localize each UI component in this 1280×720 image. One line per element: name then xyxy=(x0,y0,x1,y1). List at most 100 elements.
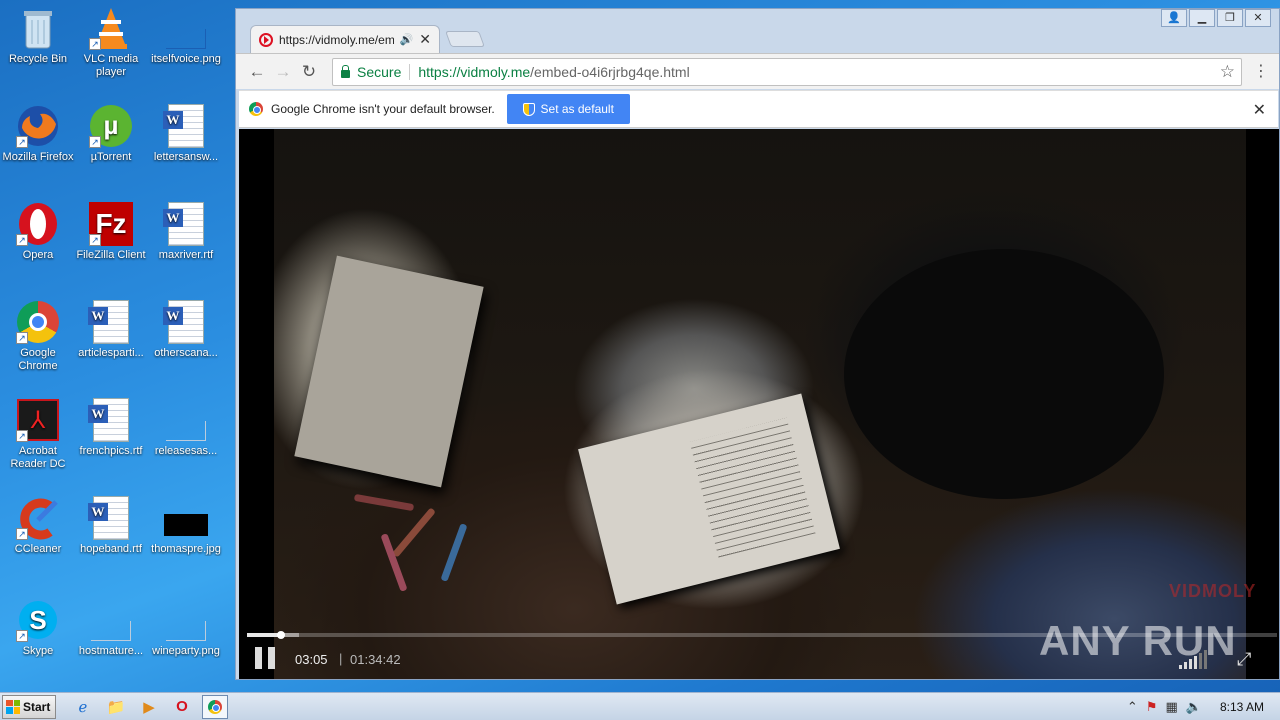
video-frame xyxy=(274,129,1246,679)
video-scene-person xyxy=(844,249,1164,499)
desktop-icon-acrobat-reader[interactable]: ⅄ ↗ Acrobat Reader DC xyxy=(0,398,76,471)
back-button[interactable]: ← xyxy=(244,59,270,85)
desktop-icon-maxriver[interactable]: W maxriver.rtf xyxy=(148,202,224,262)
desktop-icon-wineparty[interactable]: wineparty.png xyxy=(148,598,224,658)
duration: 01:34:42 xyxy=(350,652,401,667)
image-file-icon xyxy=(89,598,133,642)
desktop-icon-ccleaner[interactable]: ↗ CCleaner xyxy=(0,496,76,556)
show-hidden-icons-icon[interactable]: ⌃ xyxy=(1127,699,1138,715)
desktop-icon-articlesparti[interactable]: W articlesparti... xyxy=(73,300,149,360)
video-scene-book xyxy=(294,255,484,488)
close-window-button[interactable]: ✕ xyxy=(1245,9,1271,27)
image-file-icon xyxy=(164,398,208,442)
clock[interactable]: 8:13 AM xyxy=(1220,700,1264,714)
omnibox-separator xyxy=(409,64,411,80)
volume-control[interactable] xyxy=(1179,649,1219,669)
desktop-icon-releasesas[interactable]: releasesas... xyxy=(148,398,224,458)
bookmark-star-icon[interactable]: ☆ xyxy=(1220,62,1235,82)
action-center-icon[interactable]: ⚑ xyxy=(1146,699,1158,715)
speaker-icon[interactable]: 🔊 xyxy=(400,33,414,46)
video-scene-crayon xyxy=(353,493,415,512)
acrobat-icon: ⅄ ↗ xyxy=(16,398,60,442)
volume-bar xyxy=(1194,656,1197,669)
system-tray: ⌃ ⚑ ▦ 🔈 8:13 AM xyxy=(1127,693,1280,720)
lock-icon xyxy=(341,65,350,78)
tab-strip: https://vidmoly.me/emb 🔊 ✕ 👤 ▁ ❐ ✕ xyxy=(236,9,1279,53)
desktop-icon-google-chrome[interactable]: ↗ Google Chrome xyxy=(0,300,76,373)
desktop-icon-hopeband[interactable]: W hopeband.rtf xyxy=(73,496,149,556)
desktop-icon-vlc[interactable]: ↗ VLC media player xyxy=(73,6,149,79)
uac-shield-icon xyxy=(522,102,535,116)
desktop-icon-opera[interactable]: ↗ Opera xyxy=(0,202,76,262)
browser-tab[interactable]: https://vidmoly.me/emb 🔊 ✕ xyxy=(250,25,440,53)
word-document-icon: W xyxy=(163,104,208,148)
desktop-icon-hostmature[interactable]: hostmature... xyxy=(73,598,149,658)
fullscreen-icon[interactable]: ⤢ xyxy=(1237,649,1251,670)
windows-logo-icon xyxy=(6,699,20,714)
desktop-icon-thomaspre[interactable]: thomaspre.jpg xyxy=(148,496,224,556)
desktop-icon-otherscana[interactable]: W otherscana... xyxy=(148,300,224,360)
desktop-icon-frenchpics[interactable]: W frenchpics.rtf xyxy=(73,398,149,458)
restore-button[interactable]: ❐ xyxy=(1217,9,1243,27)
volume-bar xyxy=(1184,662,1187,669)
utorrent-icon: µ ↗ xyxy=(89,104,133,148)
secure-label: Secure xyxy=(357,64,402,80)
seek-handle[interactable] xyxy=(276,631,285,639)
start-label: Start xyxy=(23,699,51,714)
reload-button[interactable]: ↻ xyxy=(296,59,322,85)
desktop-icon-itselfvoice[interactable]: itselfvoice.png xyxy=(148,6,224,66)
image-file-icon xyxy=(164,598,208,642)
ccleaner-icon: ↗ xyxy=(16,496,60,540)
recycle-bin-icon xyxy=(16,6,60,50)
volume-icon[interactable]: 🔈 xyxy=(1186,699,1202,715)
desktop: Recycle Bin ↗ Mozilla Firefox ↗ Opera ↗ … xyxy=(0,0,236,692)
word-document-icon: W xyxy=(88,398,133,442)
file-explorer-icon[interactable]: 📁 xyxy=(103,695,129,719)
network-icon[interactable]: ▦ xyxy=(1165,699,1177,715)
desktop-icon-lettersansw[interactable]: W lettersansw... xyxy=(148,104,224,164)
vlc-icon: ↗ xyxy=(89,6,133,50)
video-scene-crayon xyxy=(392,507,436,558)
volume-bar xyxy=(1189,659,1192,669)
infobar-close-icon[interactable]: ✕ xyxy=(1253,100,1266,120)
video-scene-open-notebook xyxy=(578,393,840,605)
chrome-menu-icon[interactable]: ⋮ xyxy=(1253,62,1269,82)
desktop-icon-firefox[interactable]: ↗ Mozilla Firefox xyxy=(0,104,76,164)
chrome-taskbar-button[interactable] xyxy=(202,694,228,719)
start-button[interactable]: Start xyxy=(2,694,56,719)
desktop-icon-filezilla[interactable]: Fz ↗ FileZilla Client xyxy=(73,202,149,262)
word-document-icon: W xyxy=(88,300,133,344)
desktop-icon-recycle-bin[interactable]: Recycle Bin xyxy=(0,6,76,66)
player-controls: 03:05 | 01:34:42 ⤢ xyxy=(239,629,1279,679)
current-time: 03:05 xyxy=(295,652,328,667)
opera-taskbar-icon[interactable]: O xyxy=(169,695,195,719)
tab-close-icon[interactable]: ✕ xyxy=(419,31,431,48)
word-document-icon: W xyxy=(88,496,133,540)
new-tab-button[interactable] xyxy=(445,31,485,47)
volume-bar xyxy=(1199,653,1202,669)
vidmoly-watermark: VIDMOLY xyxy=(1169,581,1257,601)
set-as-default-label: Set as default xyxy=(540,102,614,116)
filezilla-icon: Fz ↗ xyxy=(89,202,133,246)
chrome-icon: ↗ xyxy=(16,300,60,344)
omnibox[interactable]: Secure https://vidmoly.me/embed-o4i6rjrb… xyxy=(332,58,1242,86)
seek-bar[interactable] xyxy=(247,631,1277,639)
desktop-icon-skype[interactable]: S ↗ Skype xyxy=(0,598,76,658)
chrome-window: https://vidmoly.me/emb 🔊 ✕ 👤 ▁ ❐ ✕ ← → ↻… xyxy=(235,8,1280,680)
forward-button[interactable]: → xyxy=(270,59,296,85)
desktop-icon-utorrent[interactable]: µ ↗ µTorrent xyxy=(73,104,149,164)
video-player[interactable]: VIDMOLY ANY RUN 03:05 | 01:34:42 ⤢ xyxy=(239,129,1279,679)
volume-bar xyxy=(1204,650,1207,669)
media-player-icon[interactable]: ▶ xyxy=(136,695,162,719)
internet-explorer-icon[interactable]: ℯ xyxy=(70,695,96,719)
url-text[interactable]: https://vidmoly.me/embed-o4i6rjrbg4qe.ht… xyxy=(418,64,689,80)
vidmoly-favicon-icon xyxy=(259,32,273,47)
pause-button[interactable] xyxy=(255,647,277,669)
set-as-default-button[interactable]: Set as default xyxy=(506,94,630,124)
image-file-icon xyxy=(164,6,208,50)
user-profile-button[interactable]: 👤 xyxy=(1161,9,1187,27)
taskbar: Start ℯ 📁 ▶ O ⌃ ⚑ ▦ 🔈 8:13 AM xyxy=(0,692,1280,720)
chrome-icon xyxy=(208,699,222,714)
minimize-button[interactable]: ▁ xyxy=(1189,9,1215,27)
volume-bar xyxy=(1179,665,1182,669)
